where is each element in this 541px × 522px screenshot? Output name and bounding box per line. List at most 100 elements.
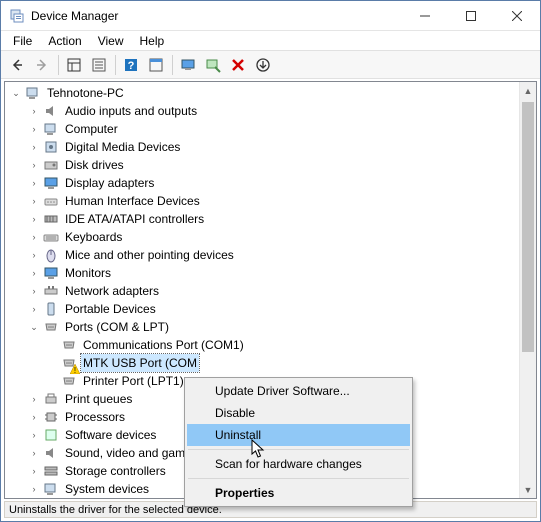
expander-icon[interactable]: ⌄ (9, 86, 23, 100)
uninstall-button[interactable] (226, 53, 250, 77)
back-button[interactable] (5, 53, 29, 77)
category-computer[interactable]: › Computer (7, 120, 536, 138)
category-icon (43, 247, 59, 263)
expander-icon[interactable]: › (27, 230, 41, 244)
category-ide-ata-atapi-controllers[interactable]: ›IDE ATA/ATAPI controllers (7, 210, 536, 228)
expander-icon[interactable]: › (27, 392, 41, 406)
expander-icon (45, 338, 59, 352)
category-icon (43, 103, 59, 119)
context-menu-properties[interactable]: Properties (187, 482, 410, 504)
expander-icon[interactable]: › (27, 158, 41, 172)
category-icon (43, 427, 59, 443)
scroll-down-arrow[interactable]: ▼ (520, 481, 536, 498)
tree-item-label: Digital Media Devices (63, 138, 182, 156)
forward-button[interactable] (30, 53, 54, 77)
tree-item-label: Monitors (63, 264, 113, 282)
help-button[interactable]: ? (119, 53, 143, 77)
expander-icon[interactable]: › (27, 104, 41, 118)
tree-item-label: Display adapters (63, 174, 156, 192)
category-audio-inputs-and-outputs[interactable]: › Audio inputs and outputs (7, 102, 536, 120)
category-icon (43, 193, 59, 209)
category-display-adapters[interactable]: › Display adapters (7, 174, 536, 192)
menu-action[interactable]: Action (40, 32, 89, 50)
category-icon (43, 409, 59, 425)
computer-icon (25, 85, 41, 101)
device-mtk-usb-port-com[interactable]: !MTK USB Port (COM (7, 354, 536, 372)
category-icon (43, 139, 59, 155)
expander-icon[interactable]: › (27, 140, 41, 154)
category-icon (43, 121, 59, 137)
tree-item-label: Storage controllers (63, 462, 168, 480)
tree-item-label: Human Interface Devices (63, 192, 202, 210)
category-icon (43, 463, 59, 479)
expander-icon[interactable]: › (27, 302, 41, 316)
context-menu-scan-for-hardware-changes[interactable]: Scan for hardware changes (187, 453, 410, 475)
category-icon (43, 265, 59, 281)
expander-icon[interactable]: › (27, 410, 41, 424)
category-icon (43, 319, 59, 335)
category-icon (43, 481, 59, 497)
category-portable-devices[interactable]: › Portable Devices (7, 300, 536, 318)
expander-icon[interactable]: › (27, 212, 41, 226)
toolbar: ? (1, 51, 540, 79)
port-icon: ! (61, 355, 77, 371)
category-ports-com-lpt-[interactable]: ⌄Ports (COM & LPT) (7, 318, 536, 336)
expander-icon[interactable]: › (27, 284, 41, 298)
tree-item-label: Software devices (63, 426, 158, 444)
scrollbar-thumb[interactable] (522, 102, 534, 352)
expander-icon[interactable]: › (27, 482, 41, 496)
menu-view[interactable]: View (90, 32, 132, 50)
console-tree-button[interactable] (144, 53, 168, 77)
expander-icon[interactable]: ⌄ (27, 320, 41, 334)
category-icon (43, 283, 59, 299)
expander-icon[interactable]: › (27, 446, 41, 460)
menu-help[interactable]: Help (132, 32, 173, 50)
scrollbar[interactable]: ▲ ▼ (519, 82, 536, 498)
category-network-adapters[interactable]: › Network adapters (7, 282, 536, 300)
scan-hardware-button[interactable] (201, 53, 225, 77)
category-human-interface-devices[interactable]: › Human Interface Devices (7, 192, 536, 210)
tree-item-label: Audio inputs and outputs (63, 102, 199, 120)
category-mice-and-other-pointing-devices[interactable]: ›Mice and other pointing devices (7, 246, 536, 264)
context-menu-uninstall[interactable]: Uninstall (187, 424, 410, 446)
expander-icon[interactable]: › (27, 122, 41, 136)
expander-icon[interactable]: › (27, 194, 41, 208)
tree-item-label: Network adapters (63, 282, 161, 300)
update-driver-button[interactable] (176, 53, 200, 77)
tree-item-label: Keyboards (63, 228, 124, 246)
menu-file[interactable]: File (5, 32, 40, 50)
tree-item-label: Print queues (63, 390, 134, 408)
maximize-button[interactable] (448, 1, 494, 31)
category-keyboards[interactable]: › Keyboards (7, 228, 536, 246)
category-monitors[interactable]: › Monitors (7, 264, 536, 282)
scroll-up-arrow[interactable]: ▲ (520, 82, 536, 99)
enable-button[interactable] (251, 53, 275, 77)
expander-icon[interactable]: › (27, 248, 41, 262)
show-hide-tree-button[interactable] (62, 53, 86, 77)
minimize-button[interactable] (402, 1, 448, 31)
port-icon (61, 337, 77, 353)
context-menu-disable[interactable]: Disable (187, 402, 410, 424)
titlebar: Device Manager (1, 1, 540, 31)
context-menu-update-driver-software-[interactable]: Update Driver Software... (187, 380, 410, 402)
category-digital-media-devices[interactable]: › Digital Media Devices (7, 138, 536, 156)
category-icon (43, 301, 59, 317)
tree-item-label: Portable Devices (63, 300, 158, 318)
tree-item-label: Disk drives (63, 156, 126, 174)
category-disk-drives[interactable]: › Disk drives (7, 156, 536, 174)
tree-item-label: MTK USB Port (COM (81, 354, 199, 372)
expander-icon[interactable]: › (27, 428, 41, 442)
tree-root[interactable]: ⌄Tehnotone-PC (7, 84, 536, 102)
tree-item-label: System devices (63, 480, 151, 498)
close-button[interactable] (494, 1, 540, 31)
tree-item-label: Computer (63, 120, 120, 138)
properties-button[interactable] (87, 53, 111, 77)
device-communications-port-com1-[interactable]: Communications Port (COM1) (7, 336, 536, 354)
expander-icon[interactable]: › (27, 266, 41, 280)
svg-text:?: ? (128, 60, 135, 72)
category-icon (43, 445, 59, 461)
context-menu: Update Driver Software...DisableUninstal… (184, 377, 413, 507)
expander-icon[interactable]: › (27, 464, 41, 478)
category-icon (43, 391, 59, 407)
expander-icon[interactable]: › (27, 176, 41, 190)
